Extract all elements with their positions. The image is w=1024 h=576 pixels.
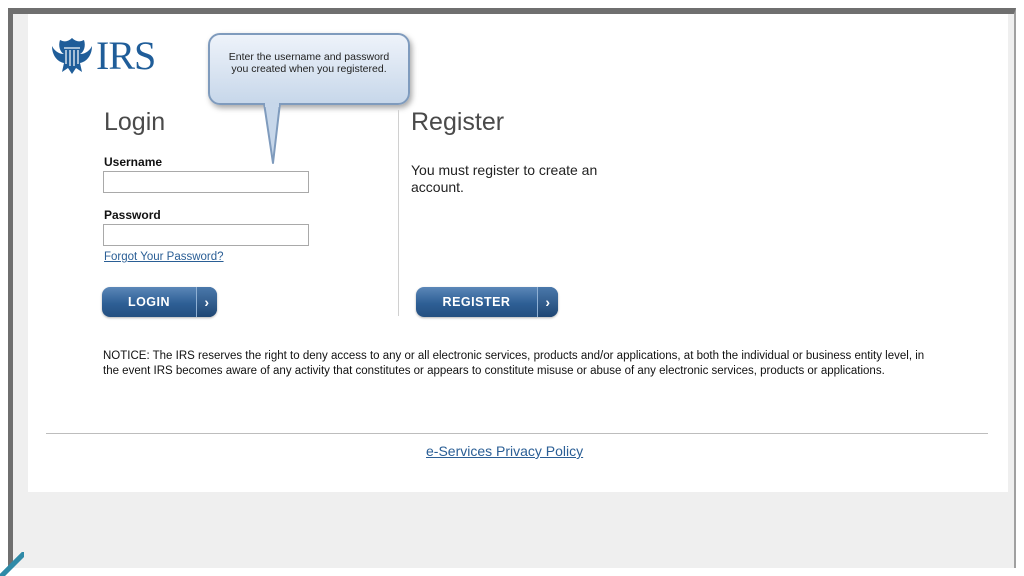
register-heading: Register bbox=[411, 108, 505, 136]
privacy-policy-link[interactable]: e-Services Privacy Policy bbox=[426, 443, 583, 459]
login-heading: Login bbox=[104, 108, 166, 136]
footer-divider bbox=[46, 433, 988, 434]
corner-accent bbox=[0, 552, 24, 576]
column-divider bbox=[398, 110, 399, 316]
username-input[interactable] bbox=[103, 171, 309, 193]
eagle-logo-icon bbox=[52, 38, 92, 74]
logo-text: IRS bbox=[96, 33, 156, 78]
password-input[interactable] bbox=[103, 224, 309, 246]
username-label: Username bbox=[104, 155, 163, 169]
register-description: You must register to create an account. bbox=[411, 162, 598, 195]
password-label: Password bbox=[104, 208, 161, 222]
login-button[interactable]: LOGIN › bbox=[102, 287, 217, 317]
notice-text: NOTICE: The IRS reserves the right to de… bbox=[103, 350, 925, 377]
callout-text: Enter the username and password you crea… bbox=[228, 51, 390, 75]
forgot-password-link[interactable]: Forgot Your Password? bbox=[104, 251, 224, 263]
chevron-right-icon: › bbox=[196, 287, 217, 317]
register-button[interactable]: REGISTER › bbox=[416, 287, 558, 317]
chevron-right-icon: › bbox=[537, 287, 558, 317]
irs-logo: IRS bbox=[50, 33, 156, 78]
login-button-label: LOGIN bbox=[127, 295, 171, 309]
register-button-label: REGISTER bbox=[442, 295, 511, 309]
tooltip-callout: Enter the username and password you crea… bbox=[208, 33, 410, 105]
callout-pointer bbox=[263, 103, 281, 164]
